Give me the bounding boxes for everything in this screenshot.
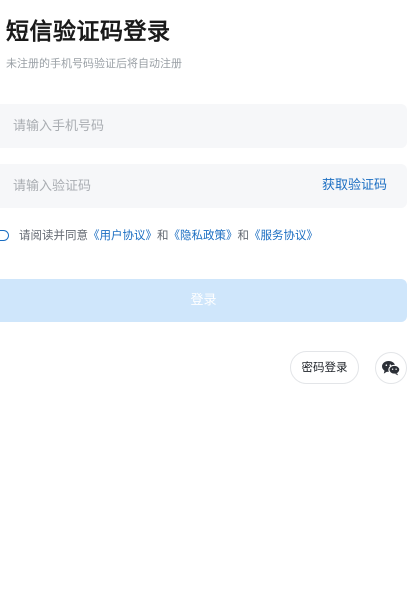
phone-field[interactable] (0, 104, 407, 148)
user-agreement-link[interactable]: 《用户协议》 (88, 227, 157, 243)
verification-code-input[interactable] (13, 164, 303, 208)
wechat-icon (382, 360, 401, 376)
password-login-button[interactable]: 密码登录 (290, 351, 359, 384)
page-title: 短信验证码登录 (6, 19, 171, 45)
page-subtitle: 未注册的手机号码验证后将自动注册 (6, 57, 182, 70)
sms-login-page: 短信验证码登录 未注册的手机号码验证后将自动注册 获取验证码 请阅读并同意 《用… (0, 0, 418, 597)
service-agreement-link[interactable]: 《服务协议》 (249, 227, 318, 243)
get-code-button[interactable]: 获取验证码 (322, 164, 387, 208)
privacy-policy-link[interactable]: 《隐私政策》 (169, 227, 238, 243)
agreement-and-2: 和 (237, 228, 250, 242)
agreement-checkbox[interactable] (0, 229, 9, 241)
agreement-prefix: 请阅读并同意 (19, 228, 88, 242)
code-field[interactable]: 获取验证码 (0, 164, 407, 208)
phone-input[interactable] (13, 104, 303, 148)
agreement-row: 请阅读并同意 《用户协议》 和 《隐私政策》 和 《服务协议》 (0, 226, 318, 244)
wechat-login-button[interactable] (375, 352, 407, 384)
login-button[interactable]: 登录 (0, 279, 407, 322)
agreement-and-1: 和 (157, 228, 169, 242)
